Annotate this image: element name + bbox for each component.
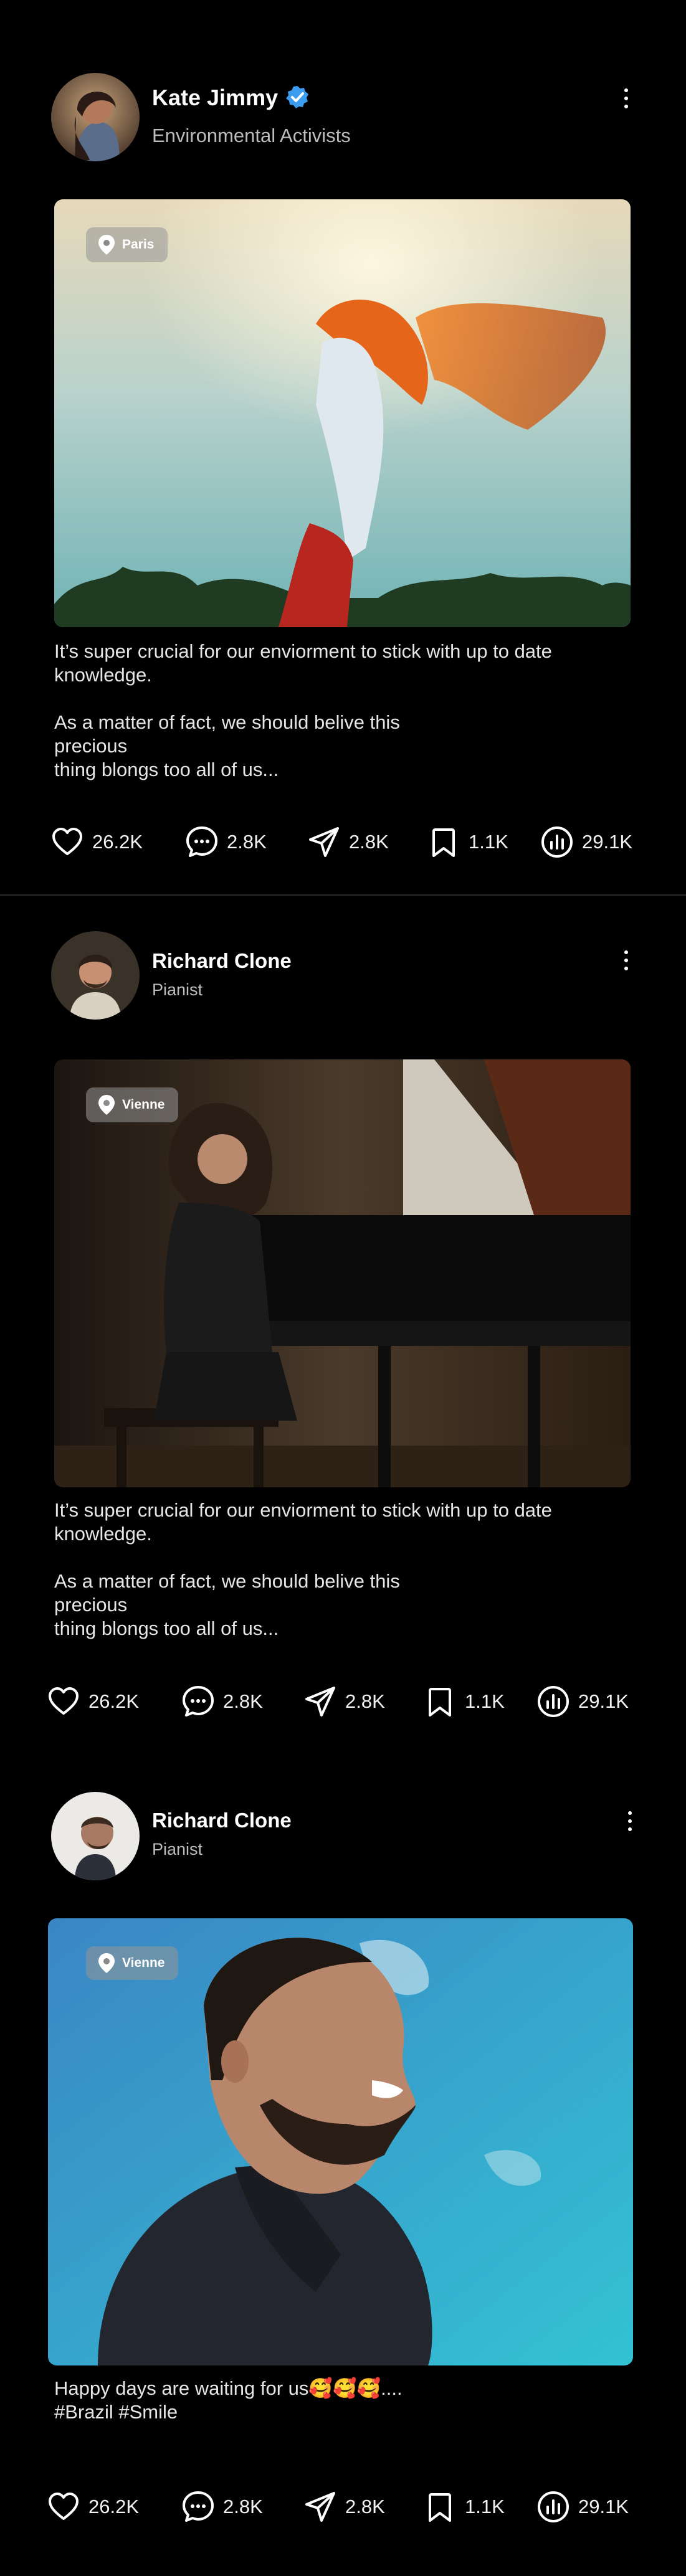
comment-icon [183, 1686, 214, 1717]
caption-line: As a matter of fact, we should belive th… [54, 1570, 400, 1616]
caption-line: It’s super crucial for our enviorment to… [54, 640, 552, 686]
verified-badge-icon [286, 86, 308, 108]
like-count: 26.2K [88, 1690, 140, 1712]
caption-line: As a matter of fact, we should belive th… [54, 711, 400, 757]
send-icon [305, 1687, 335, 1717]
share-button[interactable]: 2.8K [303, 1680, 385, 1723]
author-avatar[interactable] [51, 1792, 140, 1880]
share-button[interactable]: 2.8K [307, 820, 389, 864]
share-button[interactable]: 2.8K [303, 2485, 385, 2529]
save-button[interactable]: 1.1K [422, 2485, 505, 2529]
comment-count: 2.8K [223, 2496, 263, 2517]
share-count: 2.8K [345, 2496, 385, 2517]
post-actions: 26.2K 2.8K 2.8K 1.1K 29.1K [0, 820, 686, 864]
post-photo[interactable]: Vienne [48, 1918, 633, 2365]
author-avatar[interactable] [51, 73, 140, 161]
location-label: Vienne [122, 1097, 165, 1112]
location-tag[interactable]: Vienne [86, 1087, 179, 1122]
comment-button[interactable]: 2.8K [181, 2485, 263, 2529]
location-pin-icon [98, 1095, 115, 1115]
post-card-richard-clone-piano: Richard Clone Pianist Vienne It’s super … [0, 897, 686, 1756]
bookmark-icon [432, 828, 455, 857]
crown-icon [571, 227, 631, 627]
post-photo[interactable]: Paris [54, 199, 631, 627]
more-options-icon[interactable] [622, 1807, 637, 1835]
comment-icon [186, 826, 217, 857]
caption-line: thing blongs too all of us... [54, 1617, 279, 1639]
author-name[interactable]: Richard Clone [152, 949, 292, 973]
post-actions: 26.2K 2.8K 2.8K 1.1K 29.1K [0, 2485, 686, 2529]
save-count: 1.1K [465, 1690, 505, 1712]
post-actions: 26.2K 2.8K 2.8K 1.1K 29.1K [0, 1680, 686, 1723]
analytics-icon [541, 826, 573, 858]
author-avatar[interactable] [51, 931, 140, 1020]
views-button[interactable]: 29.1K [536, 2485, 629, 2529]
caption-line: Happy days are waiting for us🥰🥰🥰.... [54, 2377, 403, 2399]
views-count: 29.1K [582, 831, 633, 853]
like-button[interactable]: 26.2K [46, 2485, 139, 2529]
like-count: 26.2K [92, 831, 143, 853]
send-icon [309, 827, 339, 857]
heart-icon [49, 1687, 79, 1715]
post-caption: It’s super crucial for our enviorment to… [54, 640, 553, 782]
location-pin-icon [98, 235, 115, 255]
caption-line: thing blongs too all of us... [54, 759, 279, 780]
location-tag[interactable]: Vienne [86, 1946, 179, 1980]
views-count: 29.1K [578, 1690, 629, 1712]
save-count: 1.1K [465, 2496, 505, 2517]
more-options-icon[interactable] [619, 85, 634, 112]
analytics-icon [538, 2491, 569, 2522]
like-button[interactable]: 26.2K [46, 1680, 139, 1723]
comment-count: 2.8K [227, 831, 267, 853]
like-button[interactable]: 26.2K [50, 820, 143, 864]
comment-icon [183, 2491, 214, 2522]
comment-button[interactable]: 2.8K [181, 1680, 263, 1723]
location-label: Paris [122, 237, 155, 252]
heart-icon [52, 828, 82, 855]
save-button[interactable]: 1.1K [426, 820, 508, 864]
location-pin-icon [98, 1953, 115, 1973]
save-button[interactable]: 1.1K [422, 1680, 505, 1723]
share-count: 2.8K [345, 1690, 385, 1712]
analytics-icon [538, 1686, 569, 1717]
author-name[interactable]: Richard Clone [152, 1809, 292, 1832]
post-caption: Happy days are waiting for us🥰🥰🥰.... #Br… [54, 2377, 553, 2424]
save-count: 1.1K [469, 831, 508, 853]
caption-hashtags[interactable]: #Brazil #Smile [54, 2400, 553, 2424]
bookmark-icon [429, 2493, 451, 2522]
bookmark-icon [429, 1688, 451, 1717]
author-role: Pianist [152, 1840, 203, 1859]
post-caption: It’s super crucial for our enviorment to… [54, 1499, 553, 1641]
comment-button[interactable]: 2.8K [184, 820, 267, 864]
views-button[interactable]: 29.1K [540, 820, 632, 864]
caption-line: It’s super crucial for our enviorment to… [54, 1499, 552, 1545]
share-count: 2.8K [349, 831, 389, 853]
post-photo[interactable]: Vienne [54, 1059, 631, 1487]
author-role: Pianist [152, 980, 203, 999]
heart-icon [49, 2493, 79, 2520]
location-label: Vienne [122, 1956, 165, 1970]
author-name[interactable]: Kate Jimmy [152, 85, 278, 111]
post-divider [0, 894, 686, 896]
comment-count: 2.8K [223, 1690, 263, 1712]
author-role: Environmental Activists [152, 125, 351, 146]
location-tag[interactable]: Paris [86, 227, 168, 262]
views-button[interactable]: 29.1K [536, 1680, 629, 1723]
views-count: 29.1K [578, 2496, 629, 2517]
post-card-richard-clone-smile: Richard Clone Pianist Vienne Happy days … [0, 1756, 686, 2576]
send-icon [305, 2492, 335, 2522]
like-count: 26.2K [88, 2496, 140, 2517]
more-options-icon[interactable] [619, 947, 634, 974]
post-card-kate-jimmy: Kate Jimmy Environmental Activists Paris… [0, 0, 686, 897]
